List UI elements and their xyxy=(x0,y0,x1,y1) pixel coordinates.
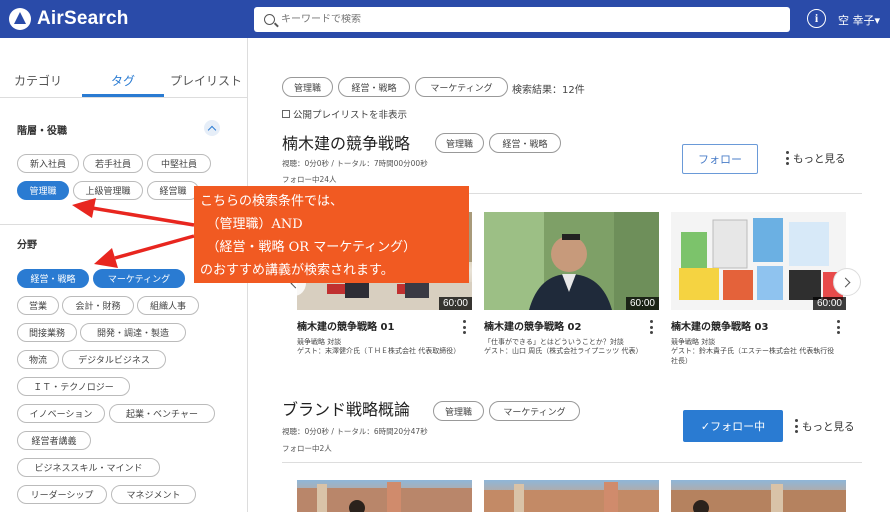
callout-line: （経営・戦略 OR マーケティング） xyxy=(200,240,417,255)
video-title[interactable]: 楠木建の競争戦略 01 xyxy=(297,318,394,333)
video-more-icon[interactable] xyxy=(649,320,653,334)
video-thumbnail[interactable] xyxy=(671,480,846,512)
tag-chip-active[interactable]: 管理職 xyxy=(17,181,69,200)
video-guest: ゲスト：鈴木貴子氏（エステー株式会社 代表執行役社長） xyxy=(671,347,835,365)
tag-chip-active[interactable]: マーケティング xyxy=(93,269,185,288)
video-title[interactable]: 楠木建の競争戦略 03 xyxy=(671,318,768,333)
section-title-rank: 階層・役職 xyxy=(17,126,67,137)
video-duration: 60:00 xyxy=(438,297,472,310)
search-box[interactable] xyxy=(254,7,790,32)
tag-chip[interactable]: 間接業務 xyxy=(17,323,77,342)
tag-chip[interactable]: デジタルビジネス xyxy=(62,350,166,369)
tag-chip[interactable]: 営業 xyxy=(17,296,59,315)
tabs-divider xyxy=(0,97,248,98)
thumbnail-image xyxy=(671,212,846,310)
selected-tag-chip[interactable]: 経営・戦略 xyxy=(338,77,410,97)
video-more-icon[interactable] xyxy=(836,320,840,334)
playlist-tag-chip[interactable]: 管理職 xyxy=(433,401,484,421)
carousel-next-button[interactable] xyxy=(833,268,861,296)
callout-line: （管理職）AND xyxy=(200,217,303,232)
thumbnail-image xyxy=(671,484,846,512)
follow-button[interactable]: フォロー xyxy=(682,144,758,174)
tag-chip[interactable]: 経営職 xyxy=(147,181,199,200)
tag-chip[interactable]: 組織人事 xyxy=(137,296,199,315)
logo[interactable]: AirSearch xyxy=(9,8,129,30)
public-playlist-toggle-label: 公開プレイリストを非表示 xyxy=(293,110,408,121)
selected-tag-chip[interactable]: 管理職 xyxy=(282,77,333,97)
top-header: AirSearch i 空 幸子▾ xyxy=(0,0,890,38)
callout-line: こちらの検索条件では、 xyxy=(200,194,344,209)
video-guest: ゲスト：末澤健介氏（ＴＨＥ株式会社 代表取締役） xyxy=(297,347,461,355)
playlist-title[interactable]: 楠木建の競争戦略 xyxy=(282,130,410,154)
thumbnail-image xyxy=(297,482,472,512)
sidebar-tabs: カテゴリ タグ プレイリスト xyxy=(0,38,248,98)
video-thumbnail[interactable] xyxy=(484,480,659,512)
playlist-divider xyxy=(282,462,862,463)
following-button[interactable]: ✓フォロー中 xyxy=(683,410,783,442)
video-duration: 60:00 xyxy=(812,297,846,310)
playlist-tag-chip[interactable]: 管理職 xyxy=(435,133,484,153)
tag-chip[interactable]: 会計・財務 xyxy=(62,296,134,315)
logo-text: AirSearch xyxy=(37,8,129,29)
tag-chip[interactable]: 起業・ベンチャー xyxy=(109,404,215,423)
video-duration: 60:00 xyxy=(625,297,659,310)
playlist-stats: 視聴：0分0秒 / トータル：6時間20分47秒 xyxy=(282,427,428,436)
playlist-stats: 視聴：0分0秒 / トータル：7時間00分00秒 xyxy=(282,159,428,168)
public-playlist-toggle[interactable]: 公開プレイリストを非表示 xyxy=(282,107,407,121)
video-thumbnail[interactable]: 60:00 xyxy=(671,212,846,310)
user-menu[interactable]: 空 幸子▾ xyxy=(838,12,880,28)
see-more-link[interactable]: もっと見る xyxy=(793,151,846,166)
tag-chip[interactable]: ＩＴ・テクノロジー xyxy=(17,377,130,396)
playlist-tag-chip[interactable]: 経営・戦略 xyxy=(489,133,561,153)
tag-chip-active[interactable]: 経営・戦略 xyxy=(17,269,89,288)
video-guest: ゲスト：山口 周氏（株式会社ライプニッツ 代表） xyxy=(484,347,643,355)
tag-chip[interactable]: イノベーション xyxy=(17,404,105,423)
tab-tag[interactable]: タグ xyxy=(111,72,135,89)
chevron-up-icon[interactable] xyxy=(204,120,220,136)
annotation-callout: こちらの検索条件では、 （管理職）AND （経営・戦略 OR マーケティング） … xyxy=(194,186,469,283)
tab-playlist[interactable]: プレイリスト xyxy=(170,72,242,89)
logo-icon xyxy=(9,8,31,30)
tag-chip[interactable]: 上級管理職 xyxy=(73,181,143,200)
search-icon xyxy=(264,14,275,25)
checkbox[interactable] xyxy=(282,110,290,118)
video-thumbnail[interactable] xyxy=(297,480,472,512)
tag-chip[interactable]: 新入社員 xyxy=(17,154,79,173)
search-input[interactable] xyxy=(281,14,761,25)
more-menu-icon[interactable] xyxy=(785,151,789,165)
more-menu-icon[interactable] xyxy=(794,419,798,433)
section-title-field: 分野 xyxy=(17,240,37,251)
tag-chip[interactable]: 中堅社員 xyxy=(147,154,211,173)
tab-category[interactable]: カテゴリ xyxy=(14,72,62,89)
video-thumbnail[interactable]: 60:00 xyxy=(484,212,659,310)
playlist-title[interactable]: ブランド戦略概論 xyxy=(282,396,410,420)
tag-chip[interactable]: 経営者講義 xyxy=(17,431,91,450)
tag-chip[interactable]: ビジネススキル・マインド xyxy=(17,458,160,477)
tag-chip[interactable]: リーダーシップ xyxy=(17,485,107,504)
result-count: 検索結果：12件 xyxy=(512,85,585,96)
playlist-followers: フォロー中2人 xyxy=(282,444,332,453)
thumbnail-image xyxy=(484,482,659,512)
playlist-tag-chip[interactable]: マーケティング xyxy=(489,401,580,421)
video-title[interactable]: 楠木建の競争戦略 02 xyxy=(484,318,581,333)
see-more-link[interactable]: もっと見る xyxy=(802,419,855,434)
tag-chip[interactable]: 若手社員 xyxy=(83,154,143,173)
tag-chip[interactable]: 開発・調達・製造 xyxy=(80,323,186,342)
video-more-icon[interactable] xyxy=(462,320,466,334)
thumbnail-image xyxy=(484,212,659,310)
info-icon[interactable]: i xyxy=(807,9,826,28)
playlist-followers: フォロー中24人 xyxy=(282,175,337,184)
selected-tag-chip[interactable]: マーケティング xyxy=(415,77,508,97)
tag-chip[interactable]: 物流 xyxy=(17,350,59,369)
callout-line: のおすすめ講義が検索されます。 xyxy=(200,263,394,278)
tag-chip[interactable]: マネジメント xyxy=(111,485,196,504)
